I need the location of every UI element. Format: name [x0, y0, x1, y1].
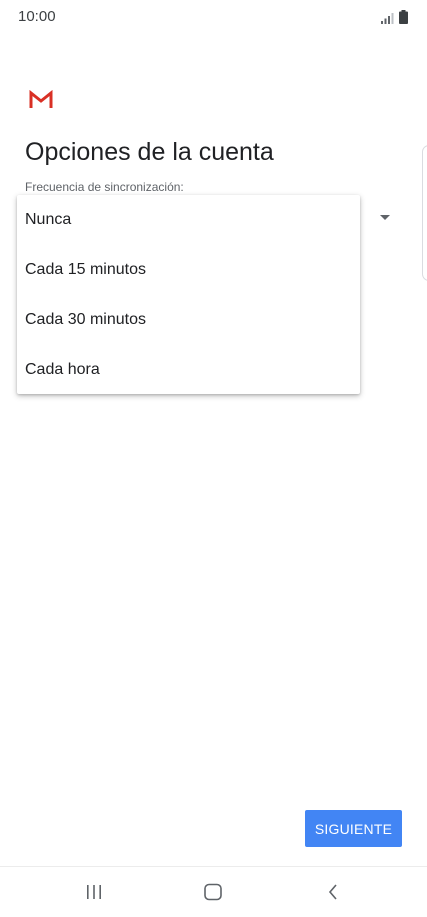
next-button[interactable]: SIGUIENTE [305, 810, 402, 847]
option-never[interactable]: Nunca [17, 195, 360, 245]
sync-frequency-dropdown: Nunca Cada 15 minutos Cada 30 minutos Ca… [17, 195, 360, 394]
option-every-hour[interactable]: Cada hora [17, 345, 360, 395]
option-every-30-minutes[interactable]: Cada 30 minutos [17, 295, 360, 345]
status-icons [381, 10, 411, 24]
navigation-bar [0, 866, 427, 917]
battery-icon [399, 10, 408, 24]
home-icon [204, 883, 222, 901]
dropdown-arrow-icon[interactable] [380, 215, 390, 220]
back-icon [328, 884, 337, 900]
status-time: 10:00 [18, 8, 56, 25]
page-title: Opciones de la cuenta [25, 138, 274, 166]
side-card [422, 145, 427, 281]
gmail-logo-icon [29, 90, 53, 108]
recent-apps-icon [87, 885, 101, 899]
status-bar: 10:00 [0, 0, 427, 34]
sync-frequency-label: Frecuencia de sincronización: [25, 180, 184, 194]
back-button[interactable] [303, 867, 363, 917]
recent-apps-button[interactable] [64, 867, 124, 917]
signal-icon [381, 13, 394, 24]
home-button[interactable] [183, 867, 243, 917]
option-every-15-minutes[interactable]: Cada 15 minutos [17, 245, 360, 295]
